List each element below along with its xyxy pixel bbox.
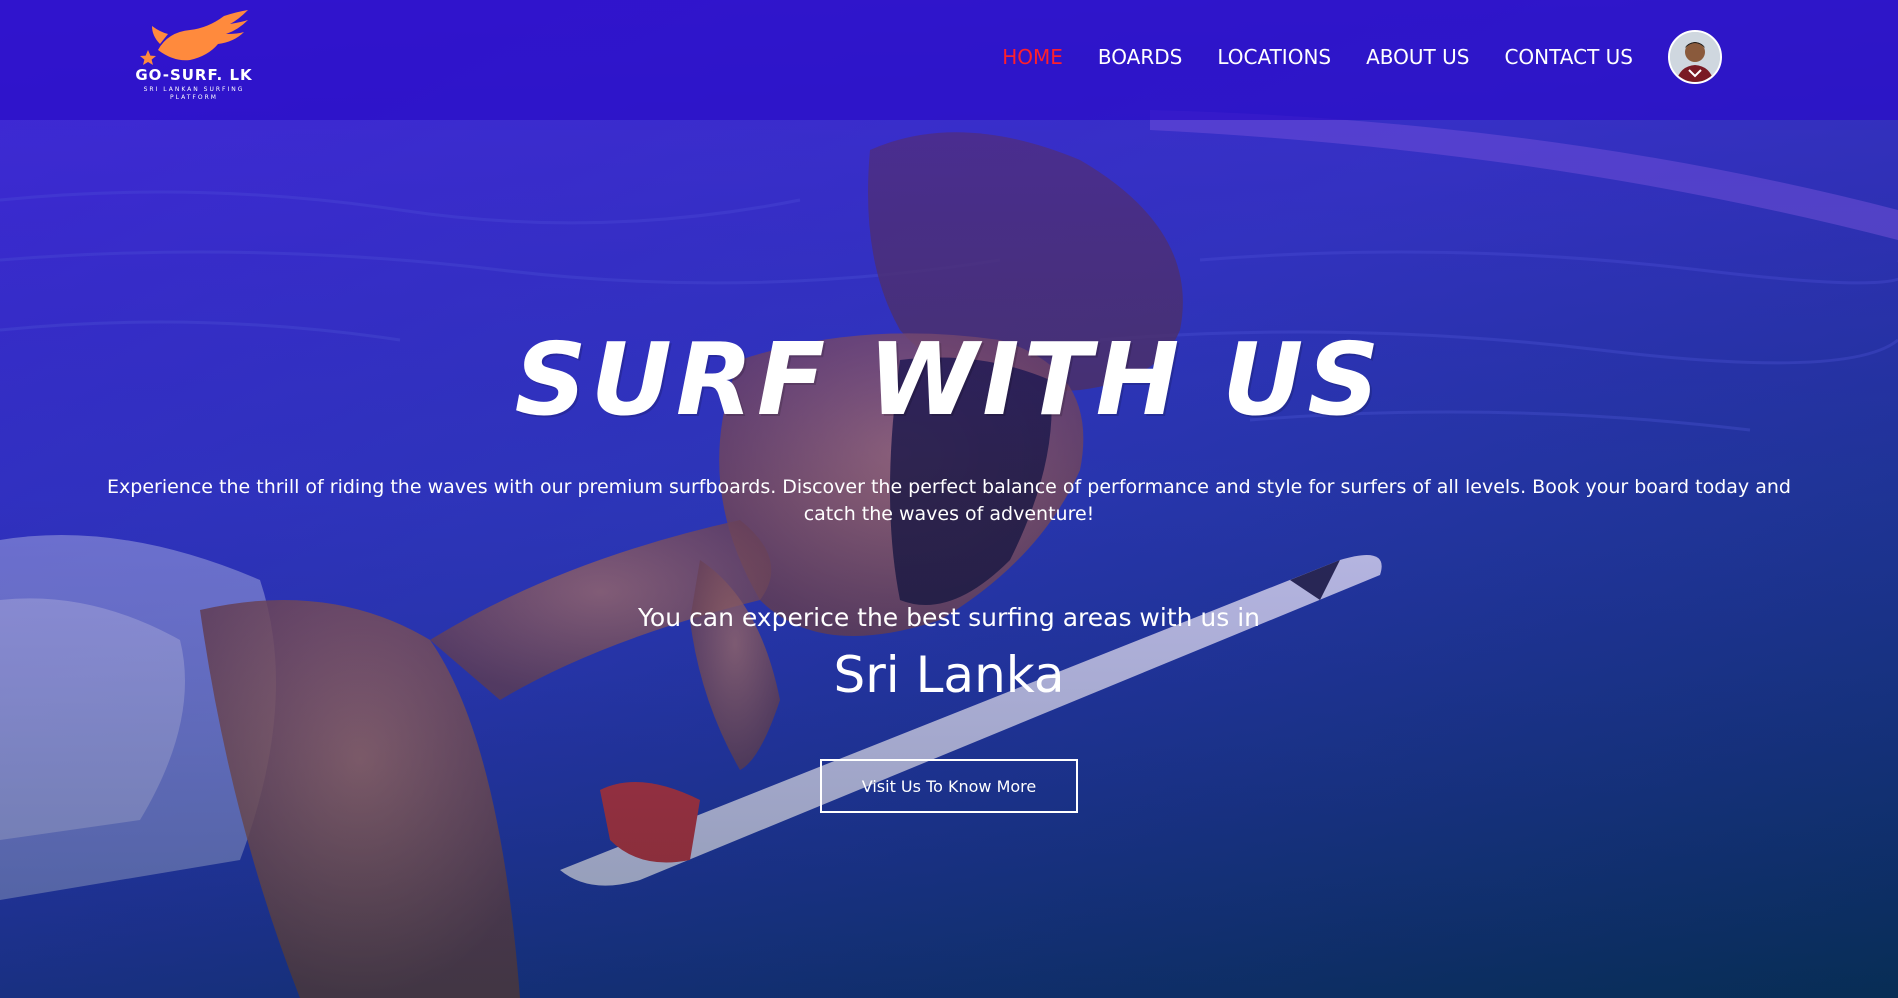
visit-us-button[interactable]: Visit Us To Know More [820,759,1078,813]
hero-subheading: You can experice the best surfing areas … [637,603,1261,632]
nav-about-us[interactable]: ABOUT US [1366,45,1469,69]
brand-name: GO-SURF. LK [135,66,253,84]
site-logo[interactable]: GO-SURF. LK SRI LANKAN SURFING PLATFORM [134,10,254,106]
hero-description: Experience the thrill of riding the wave… [107,476,1791,525]
nav-locations[interactable]: LOCATIONS [1217,45,1331,69]
nav-home[interactable]: HOME [1002,45,1063,69]
hero-title: SURF WITH US [514,321,1384,438]
hero-location: Sri Lanka [833,646,1065,704]
main-nav: HOME BOARDS LOCATIONS ABOUT US CONTACT U… [967,0,1722,114]
eagle-logo-icon [134,10,254,68]
landing-page: GO-SURF. LK SRI LANKAN SURFING PLATFORM … [0,0,1898,998]
user-avatar[interactable] [1668,30,1722,84]
nav-contact-us[interactable]: CONTACT US [1504,45,1633,69]
brand-tagline: SRI LANKAN SURFING PLATFORM [143,86,245,101]
site-header: GO-SURF. LK SRI LANKAN SURFING PLATFORM … [0,0,1898,120]
nav-boards[interactable]: BOARDS [1098,45,1182,69]
